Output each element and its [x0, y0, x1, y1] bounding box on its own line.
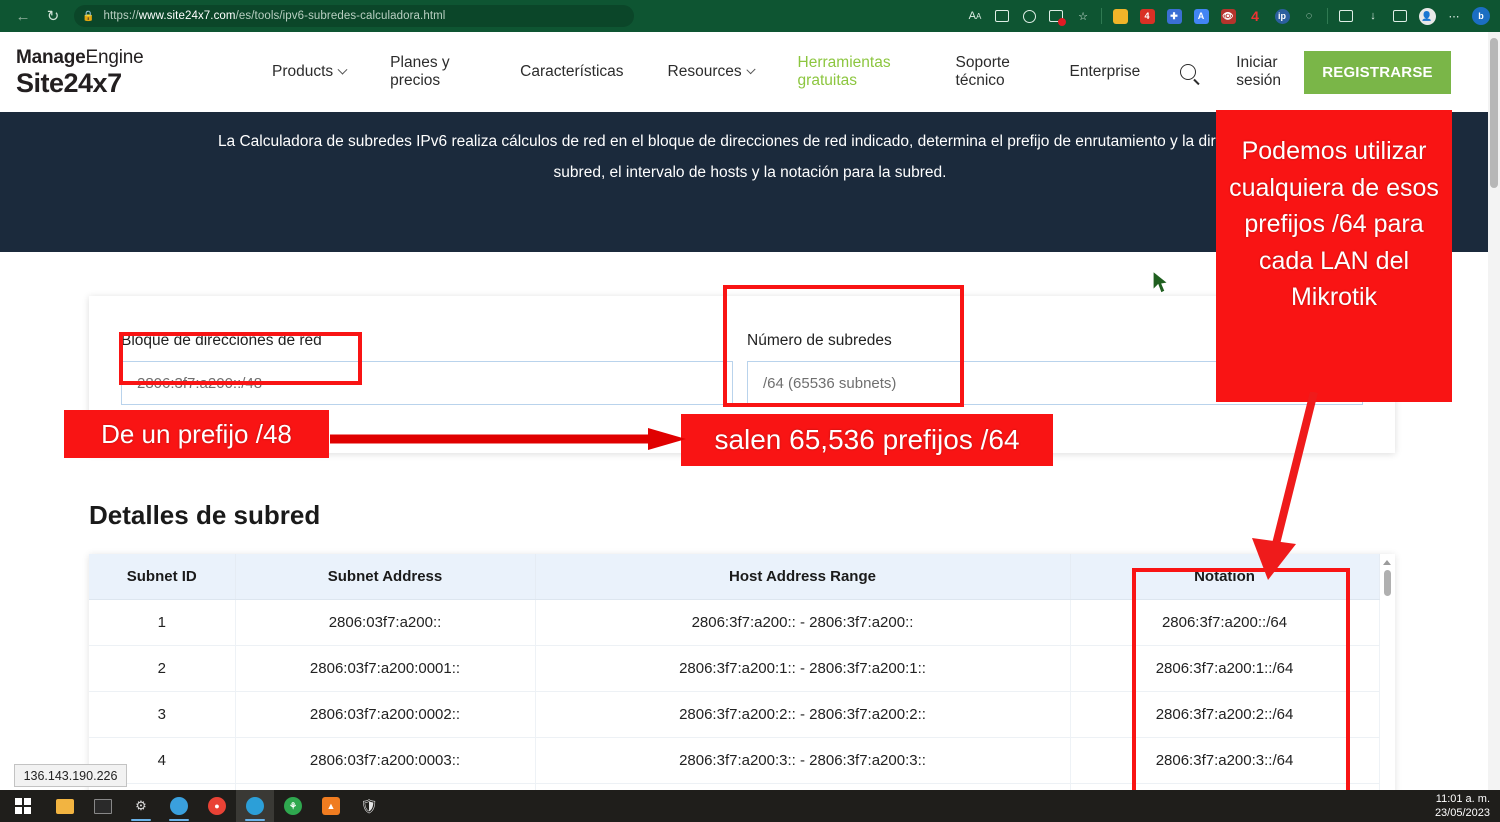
ad-blocker-icon[interactable]: 👁	[1215, 3, 1241, 29]
toolbar-divider	[1101, 8, 1102, 24]
cell-subnet-address: 2806:03f7:a200:0003::	[235, 737, 535, 783]
toolbar-divider-2	[1327, 8, 1328, 24]
edge-icon[interactable]	[236, 790, 274, 822]
cell-host-address-range: 2806:3f7:a200:3:: - 2806:3f7:a200:3::	[535, 737, 1070, 783]
account-icon[interactable]: 👤	[1414, 3, 1440, 29]
table-scrollbar[interactable]	[1381, 560, 1393, 790]
profile-extension-icon[interactable]: ip	[1269, 3, 1295, 29]
manageengine-swoosh-icon	[142, 50, 162, 66]
translate-icon[interactable]: A	[1188, 3, 1214, 29]
annotation-arrow-diagonal	[1240, 392, 1370, 582]
browser-toolbar-icons: AA ☆ 4 ✚ A 👁 4 ip ◌ ↓ 👤 ⋯ b	[962, 3, 1500, 29]
lock-icon: 🔒	[82, 11, 94, 22]
register-button[interactable]: REGISTRARSE	[1304, 51, 1451, 94]
collections-icon[interactable]	[1043, 3, 1069, 29]
reading-list-icon[interactable]	[1387, 3, 1413, 29]
ip-address-tooltip: 136.143.190.226	[14, 764, 127, 787]
bing-copilot-icon[interactable]: b	[1468, 3, 1494, 29]
main-navigation: Products Planes y precios Característica…	[250, 51, 1451, 94]
cell-subnet-id: 2	[89, 645, 235, 691]
table-scrollbar-thumb[interactable]	[1384, 570, 1391, 596]
winbox-green-icon[interactable]: ⚘	[274, 790, 312, 822]
recorder-icon[interactable]: ◌	[1296, 3, 1322, 29]
cell-subnet-id: 1	[89, 599, 235, 645]
screen-root: ← ↻ 🔒 https://www.site24x7.com/es/tools/…	[0, 0, 1500, 822]
nav-item-caracteristicas[interactable]: Características	[498, 63, 645, 81]
column-header-subnet-address[interactable]: Subnet Address	[235, 554, 535, 599]
windows-taskbar: ⚙ ● ⚘ ▲ 🛡 11:01 a. m. 23/05/2023	[0, 790, 1500, 822]
column-header-subnet-id[interactable]: Subnet ID	[89, 554, 235, 599]
zoom-icon[interactable]	[1016, 3, 1042, 29]
security-icon[interactable]: 🛡	[350, 790, 388, 822]
clock-time: 11:01 a. m.	[1435, 792, 1490, 806]
tool-description: La Calculadora de subredes IPv6 realiza …	[200, 126, 1300, 188]
annotation-mikrotik-note: Podemos utilizar cualquiera de esos pref…	[1216, 110, 1452, 402]
unknown-blue-icon[interactable]	[160, 790, 198, 822]
cell-host-address-range: 2806:3f7:a200:4:: - 2806:3f7:a200:4::	[535, 783, 1070, 790]
highlight-box-notation-column	[1132, 568, 1350, 809]
immersive-reader-icon[interactable]	[989, 3, 1015, 29]
manageengine-wordmark: ManageEngine	[16, 47, 162, 69]
search-icon	[1180, 64, 1196, 80]
scroll-up-arrow-icon[interactable]	[1383, 560, 1391, 565]
cell-host-address-range: 2806:3f7:a200:: - 2806:3f7:a200::	[535, 599, 1070, 645]
nav-item-products[interactable]: Products	[250, 63, 368, 81]
cell-subnet-address: 2806:03f7:a200:0001::	[235, 645, 535, 691]
chevron-down-icon	[746, 65, 755, 74]
cell-subnet-address: 2806:03f7:a200:0004::	[235, 783, 535, 790]
favorite-icon[interactable]: ☆	[1070, 3, 1096, 29]
mikrotik-icon[interactable]: ▲	[312, 790, 350, 822]
search-button[interactable]	[1162, 64, 1214, 80]
site24x7-wordmark: Site24x7	[16, 69, 216, 97]
nav-item-enterprise[interactable]: Enterprise	[1026, 63, 1163, 81]
nav-item-planes-precios[interactable]: Planes y precios	[368, 54, 498, 90]
extensions-icon[interactable]: ✚	[1161, 3, 1187, 29]
nav-item-resources[interactable]: Resources	[646, 63, 776, 81]
annotation-from-prefix: De un prefijo /48	[64, 410, 329, 458]
password-icon[interactable]: 4	[1242, 3, 1268, 29]
reload-icon[interactable]: ↻	[38, 1, 68, 31]
split-screen-icon[interactable]	[1333, 3, 1359, 29]
column-header-host-address-range[interactable]: Host Address Range	[535, 554, 1070, 599]
chrome-icon[interactable]: ●	[198, 790, 236, 822]
browser-toolbar: ← ↻ 🔒 https://www.site24x7.com/es/tools/…	[0, 0, 1500, 32]
page-scrollbar[interactable]	[1488, 32, 1500, 790]
address-bar[interactable]: 🔒 https://www.site24x7.com/es/tools/ipv6…	[74, 5, 634, 27]
downloads-icon[interactable]: ↓	[1360, 3, 1386, 29]
nav-item-herramientas-gratuitas[interactable]: Herramientas gratuitas	[776, 54, 916, 90]
cell-subnet-id: 3	[89, 691, 235, 737]
windows-start-icon[interactable]	[0, 790, 46, 822]
page-scrollbar-thumb[interactable]	[1490, 38, 1498, 188]
winbox-icon[interactable]: ⚙	[122, 790, 160, 822]
terminal-icon[interactable]	[84, 790, 122, 822]
shopping-icon[interactable]	[1107, 3, 1133, 29]
site-header: ManageEngine Site24x7 Products Planes y …	[0, 32, 1500, 112]
mouse-cursor	[1152, 270, 1170, 296]
read-aloud-icon[interactable]: AA	[962, 3, 988, 29]
login-link[interactable]: Iniciar sesión	[1214, 54, 1304, 90]
annotation-arrow-horizontal	[330, 428, 686, 450]
annotation-to-prefixes: salen 65,536 prefijos /64	[681, 414, 1053, 466]
manageengine-site24x7-logo[interactable]: ManageEngine Site24x7	[16, 47, 216, 97]
more-options-icon[interactable]: ⋯	[1441, 3, 1467, 29]
cell-subnet-address: 2806:03f7:a200::	[235, 599, 535, 645]
highlight-box-subnet-count	[723, 285, 964, 407]
notifications-icon[interactable]: 4	[1134, 3, 1160, 29]
url-text: https://www.site24x7.com/es/tools/ipv6-s…	[103, 10, 445, 22]
highlight-box-network-input	[119, 332, 362, 385]
cell-host-address-range: 2806:3f7:a200:2:: - 2806:3f7:a200:2::	[535, 691, 1070, 737]
cell-subnet-address: 2806:03f7:a200:0002::	[235, 691, 535, 737]
chevron-down-icon	[338, 64, 348, 74]
nav-item-soporte-tecnico[interactable]: Soporte técnico	[916, 54, 1026, 90]
clock-date: 23/05/2023	[1435, 806, 1490, 820]
file-explorer-icon[interactable]	[46, 790, 84, 822]
cell-host-address-range: 2806:3f7:a200:1:: - 2806:3f7:a200:1::	[535, 645, 1070, 691]
subnet-details-title: Detalles de subred	[89, 500, 320, 531]
taskbar-clock[interactable]: 11:01 a. m. 23/05/2023	[1435, 792, 1490, 820]
back-arrow-icon[interactable]: ←	[8, 1, 38, 31]
